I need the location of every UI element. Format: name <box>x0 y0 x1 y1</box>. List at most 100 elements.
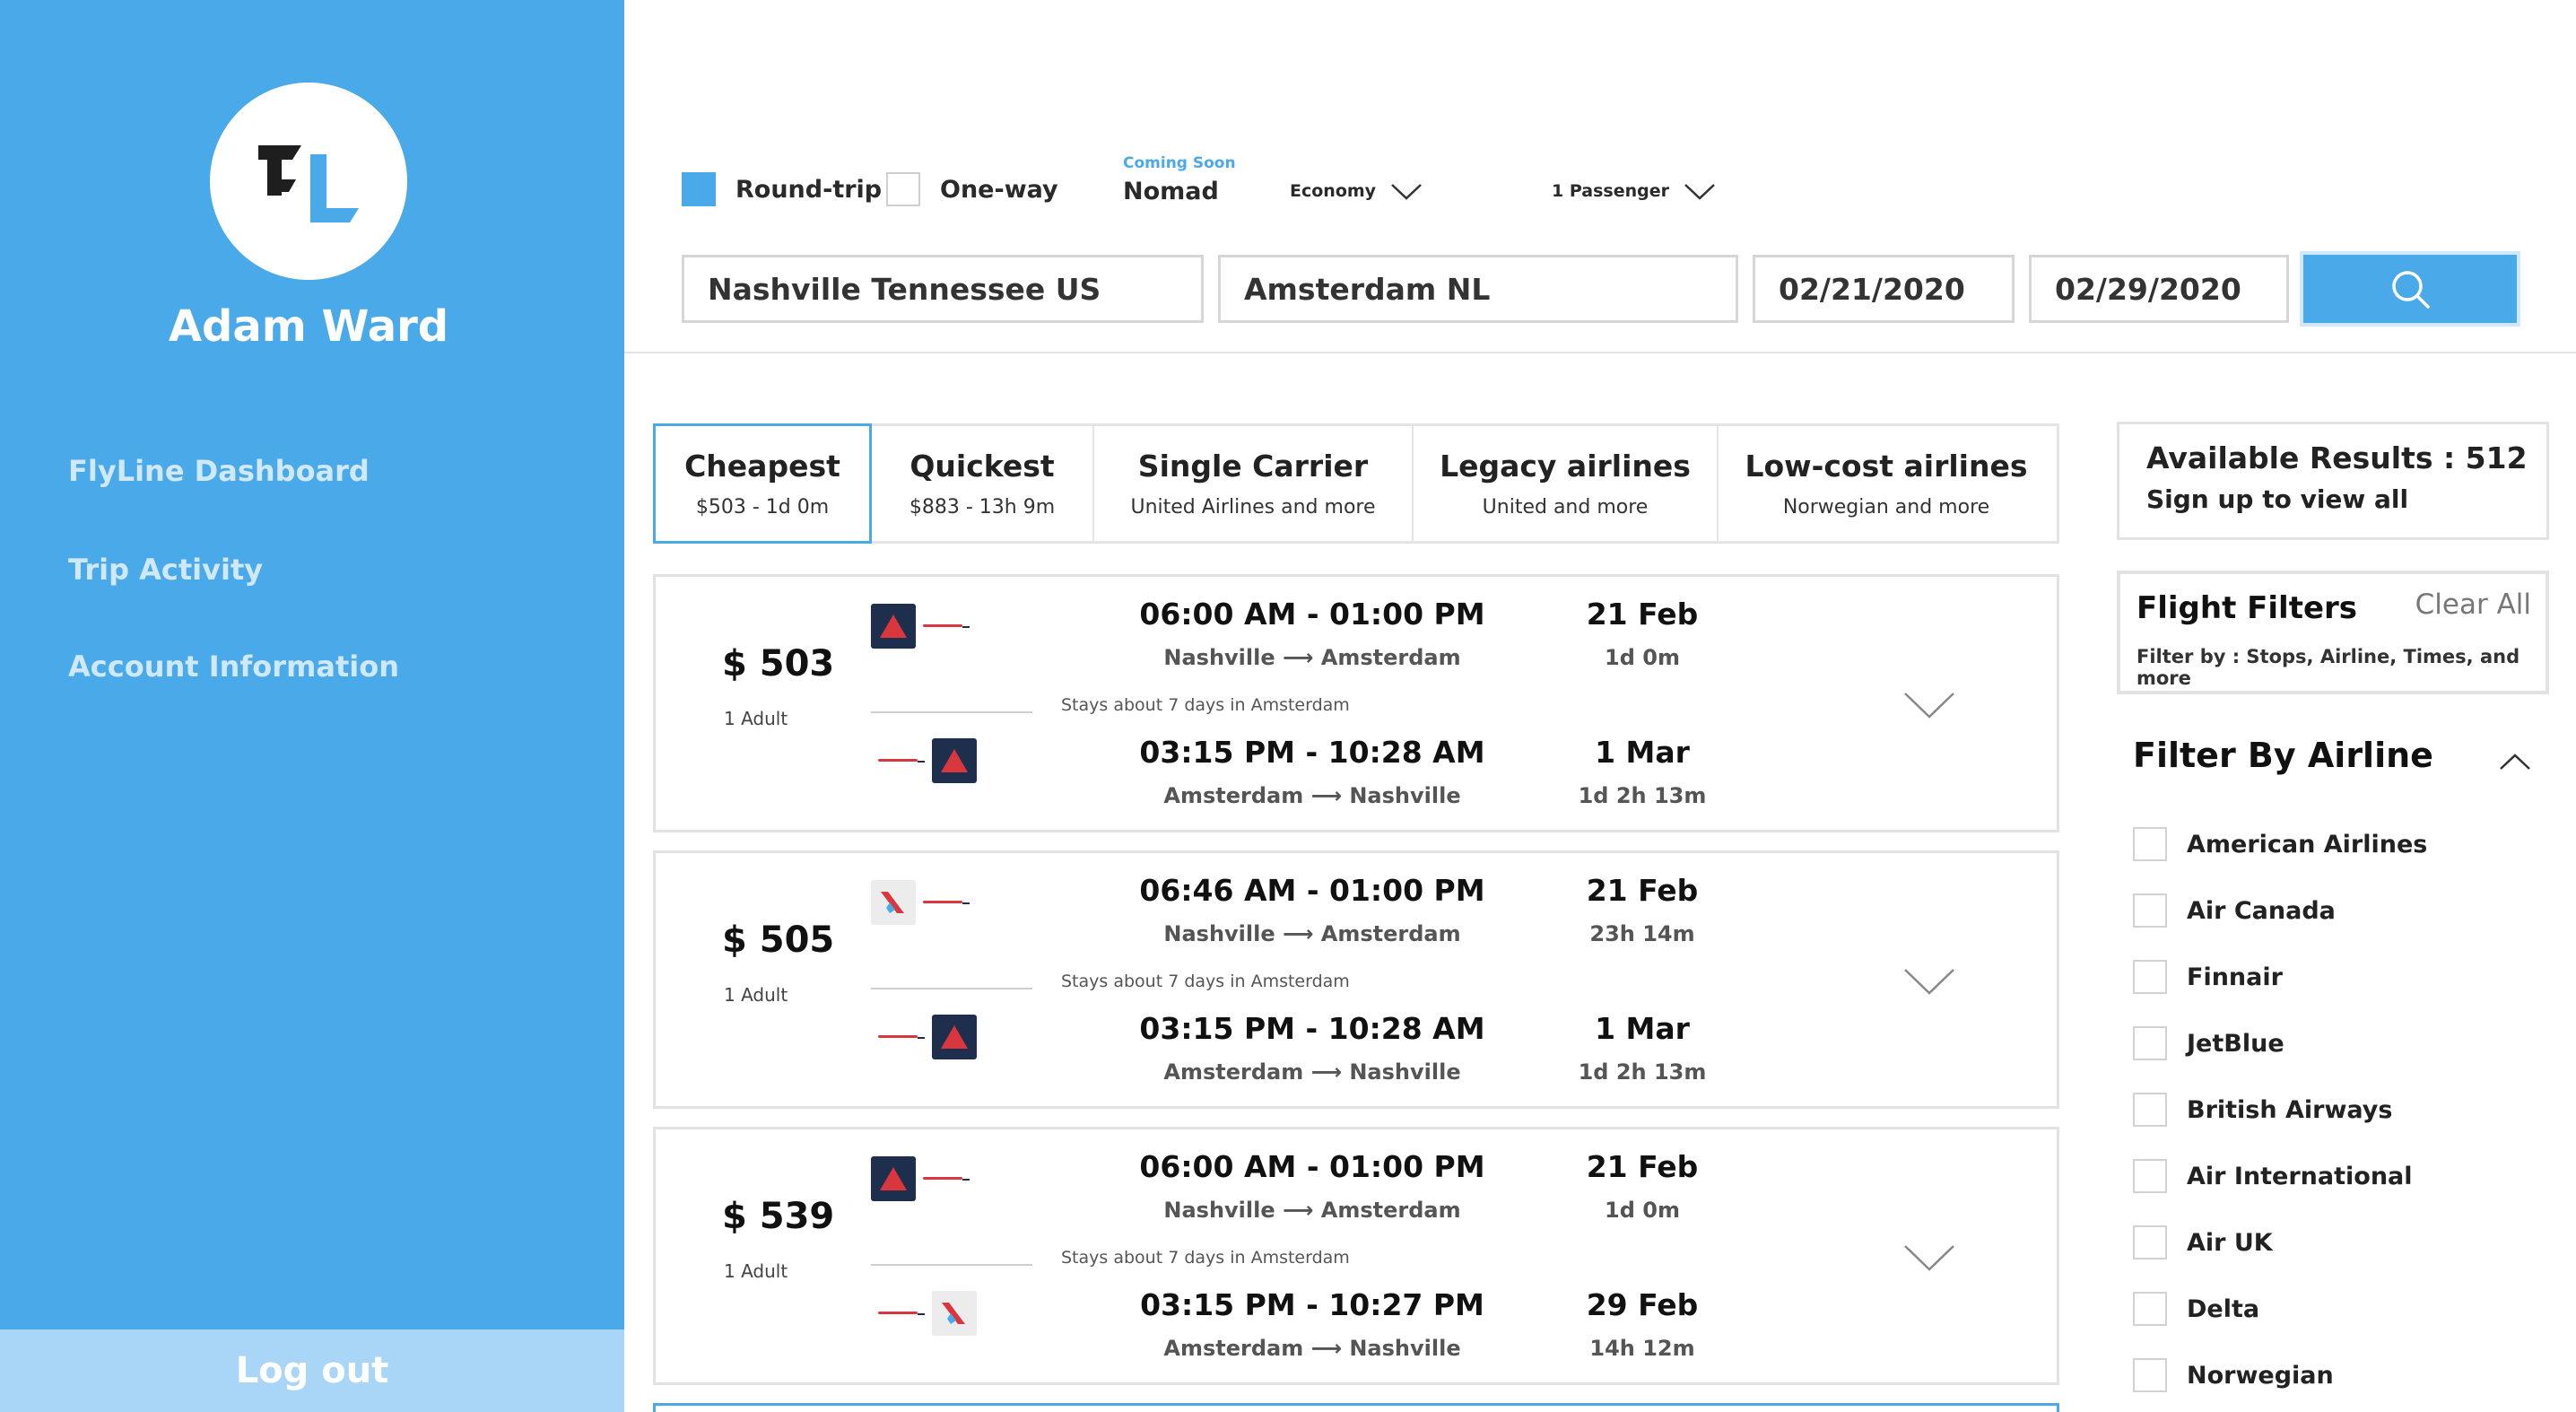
airline-filter-air-uk[interactable]: Air UK <box>2133 1225 2273 1259</box>
airline-checkbox[interactable] <box>2133 960 2167 994</box>
round-trip-option[interactable]: Round-trip <box>682 172 882 206</box>
chevron-down-icon <box>1391 184 1422 200</box>
airline-filter-delta[interactable]: Delta <box>2133 1292 2259 1326</box>
one-way-option[interactable]: One-way <box>886 172 1058 206</box>
return-route: Amsterdam ⟶ Nashville <box>1097 1336 1527 1361</box>
stay-note: Stays about 7 days in Amsterdam <box>1061 695 1350 715</box>
nav-trip-activity[interactable]: Trip Activity <box>68 553 263 587</box>
nav-account-information[interactable]: Account Information <box>68 649 399 684</box>
chevron-down-icon[interactable] <box>1902 966 1956 997</box>
airline-checkbox[interactable] <box>2133 1225 2167 1259</box>
airline-label: Finnair <box>2187 963 2283 991</box>
passenger-dropdown[interactable]: 1 Passenger <box>1552 181 1716 201</box>
airline-label: Air Canada <box>2187 896 2336 925</box>
airline-checkbox[interactable] <box>2133 1358 2167 1392</box>
logout-button[interactable]: Log out <box>0 1329 624 1412</box>
tab-cheapest[interactable]: Cheapest $503 - 1d 0m <box>653 423 872 544</box>
route-from: Nashville <box>1163 921 1275 946</box>
airline-filter-air-international[interactable]: Air International <box>2133 1159 2413 1193</box>
flight-price: $ 503 <box>722 643 835 684</box>
leg-separator <box>871 988 1032 989</box>
tab-title: Single Carrier <box>1137 449 1369 484</box>
route-to: Nashville <box>1349 783 1461 808</box>
tab-low-cost-airlines[interactable]: Low-cost airlines Norwegian and more <box>1719 426 2054 541</box>
tab-single-carrier[interactable]: Single Carrier United Airlines and more <box>1094 426 1414 541</box>
tab-subtitle: $503 - 1d 0m <box>695 496 830 519</box>
airline-checkbox[interactable] <box>2133 893 2167 928</box>
delta-logo-icon <box>871 604 916 649</box>
airline-checkbox[interactable] <box>2133 1093 2167 1127</box>
flight-filters-box: Flight Filters Clear All Filter by : Sto… <box>2117 571 2549 694</box>
return-duration: 1d 2h 13m <box>1578 783 1707 808</box>
flight-price: $ 505 <box>722 920 835 961</box>
route-from: Amsterdam <box>1163 1336 1304 1361</box>
search-button[interactable] <box>2300 251 2520 327</box>
one-way-checkbox[interactable] <box>886 172 920 206</box>
airline-filter-norwegian[interactable]: Norwegian <box>2133 1358 2334 1392</box>
tab-title: Quickest <box>909 449 1055 484</box>
return-date: 1 Mar <box>1595 735 1690 770</box>
return-date-input[interactable]: 02/29/2020 <box>2029 255 2289 323</box>
passenger-count: 1 Adult <box>724 984 788 1006</box>
tab-legacy-airlines[interactable]: Legacy airlines United and more <box>1414 426 1719 541</box>
airline-checkbox[interactable] <box>2133 827 2167 861</box>
airline-filter-british-airways[interactable]: British Airways <box>2133 1093 2392 1127</box>
airline-label: British Airways <box>2187 1095 2393 1124</box>
flight-result-card[interactable] <box>653 1403 2059 1412</box>
arrow-right-icon: ⟶ <box>1310 783 1350 808</box>
return-airline-logos <box>871 1015 977 1059</box>
airline-checkbox[interactable] <box>2133 1292 2167 1326</box>
avatar <box>210 83 407 280</box>
tab-subtitle: United Airlines and more <box>1130 496 1376 519</box>
delta-logo-icon <box>932 738 977 783</box>
flight-result-card[interactable]: $ 503 1 Adult 06:00 AM - 01:00 PM Nashvi… <box>653 574 2059 832</box>
airline-filter-finnair[interactable]: Finnair <box>2133 960 2283 994</box>
chevron-down-icon[interactable] <box>1902 1242 1956 1273</box>
clear-all-button[interactable]: Clear All <box>2415 588 2531 621</box>
chevron-down-icon[interactable] <box>1902 690 1956 720</box>
origin-input[interactable]: Nashville Tennessee US <box>682 255 1204 323</box>
leg-separator <box>871 1264 1032 1266</box>
airline-label: American Airlines <box>2187 830 2428 859</box>
american-airlines-logo-icon <box>932 1291 977 1336</box>
depart-date-input[interactable]: 02/21/2020 <box>1753 255 2015 323</box>
header-divider <box>624 352 2576 353</box>
flight-result-card[interactable]: $ 505 1 Adult 06:46 AM - 01:00 PM Nashvi… <box>653 850 2059 1109</box>
outbound-duration: 1d 0m <box>1605 645 1680 670</box>
airline-filter-air-canada[interactable]: Air Canada <box>2133 893 2336 928</box>
sort-tabs: Cheapest $503 - 1d 0m Quickest $883 - 13… <box>653 423 2059 544</box>
cabin-dropdown[interactable]: Economy <box>1290 181 1423 201</box>
tab-subtitle: $883 - 13h 9m <box>909 496 1056 519</box>
route-to: Nashville <box>1349 1336 1461 1361</box>
flight-result-card[interactable]: $ 539 1 Adult 06:00 AM - 01:00 PM Nashvi… <box>653 1127 2059 1385</box>
signup-link[interactable]: Sign up to view all <box>2146 484 2546 514</box>
tab-title: Cheapest <box>684 449 840 484</box>
outbound-duration: 1d 0m <box>1605 1198 1680 1223</box>
arrow-right-icon: ⟶ <box>1310 1336 1350 1361</box>
nav-flyline-dashboard[interactable]: FlyLine Dashboard <box>68 454 370 488</box>
flight-filters-title: Flight Filters <box>2137 590 2358 626</box>
destination-input[interactable]: Amsterdam NL <box>1218 255 1738 323</box>
tab-quickest[interactable]: Quickest $883 - 13h 9m <box>872 426 1094 541</box>
sidebar: Adam Ward FlyLine Dashboard Trip Activit… <box>0 0 624 1412</box>
airline-checkbox[interactable] <box>2133 1026 2167 1060</box>
airline-filter-jetblue[interactable]: JetBlue <box>2133 1026 2284 1060</box>
return-airline-logos <box>871 1291 977 1336</box>
norwegian-logo-icon <box>878 1033 925 1041</box>
round-trip-checkbox[interactable] <box>682 172 716 206</box>
user-name: Adam Ward <box>168 301 449 352</box>
available-results-count: Available Results : 512 <box>2146 440 2528 475</box>
airline-filter-american-airlines[interactable]: American Airlines <box>2133 827 2427 861</box>
chevron-up-icon[interactable] <box>2499 752 2531 771</box>
return-date: 1 Mar <box>1595 1011 1690 1046</box>
nomad-option[interactable]: Nomad <box>1123 178 1219 205</box>
airline-checkbox[interactable] <box>2133 1159 2167 1193</box>
outbound-route: Nashville ⟶ Amsterdam <box>1097 921 1527 946</box>
airline-label: Air International <box>2187 1162 2413 1190</box>
tab-subtitle: Norwegian and more <box>1782 496 1990 519</box>
outbound-airline-logos <box>871 880 977 925</box>
route-from: Nashville <box>1163 1198 1275 1223</box>
tab-title: Low-cost airlines <box>1745 449 2028 484</box>
return-time: 03:15 PM - 10:28 AM <box>1139 1011 1485 1046</box>
one-way-label: One-way <box>940 175 1058 204</box>
